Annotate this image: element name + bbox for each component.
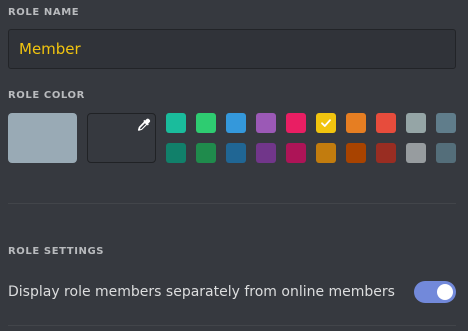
color-swatch[interactable]: [226, 113, 246, 133]
color-swatch[interactable]: [436, 143, 456, 163]
role-settings-title: ROLE SETTINGS: [8, 246, 105, 257]
hoist-toggle[interactable]: [414, 281, 456, 303]
color-swatch[interactable]: [286, 113, 306, 133]
color-swatch[interactable]: [166, 143, 186, 163]
bottom-divider: [8, 325, 456, 326]
color-swatch[interactable]: [286, 143, 306, 163]
color-swatch[interactable]: [316, 113, 336, 133]
color-swatch[interactable]: [226, 143, 246, 163]
color-swatch[interactable]: [376, 143, 396, 163]
custom-color-swatch[interactable]: [87, 113, 156, 163]
color-swatch[interactable]: [436, 113, 456, 133]
color-swatch[interactable]: [346, 113, 366, 133]
color-swatch[interactable]: [376, 113, 396, 133]
default-color-swatch[interactable]: [8, 113, 77, 163]
section-divider: [8, 203, 456, 204]
role-name-input[interactable]: [8, 29, 456, 69]
color-swatch[interactable]: [256, 113, 276, 133]
color-swatch[interactable]: [406, 143, 426, 163]
color-swatch-grid: [166, 113, 458, 163]
eyedropper-icon: [137, 118, 151, 131]
color-swatch[interactable]: [346, 143, 366, 163]
color-swatch[interactable]: [196, 113, 216, 133]
color-swatch[interactable]: [316, 143, 336, 163]
role-name-title: ROLE NAME: [8, 7, 80, 18]
checkmark-icon: [321, 119, 331, 127]
color-swatch[interactable]: [166, 113, 186, 133]
hoist-setting-label: Display role members separately from onl…: [8, 284, 395, 300]
toggle-knob: [437, 284, 453, 300]
color-swatch[interactable]: [406, 113, 426, 133]
role-color-title: ROLE COLOR: [8, 90, 85, 101]
color-swatch[interactable]: [256, 143, 276, 163]
color-swatch[interactable]: [196, 143, 216, 163]
